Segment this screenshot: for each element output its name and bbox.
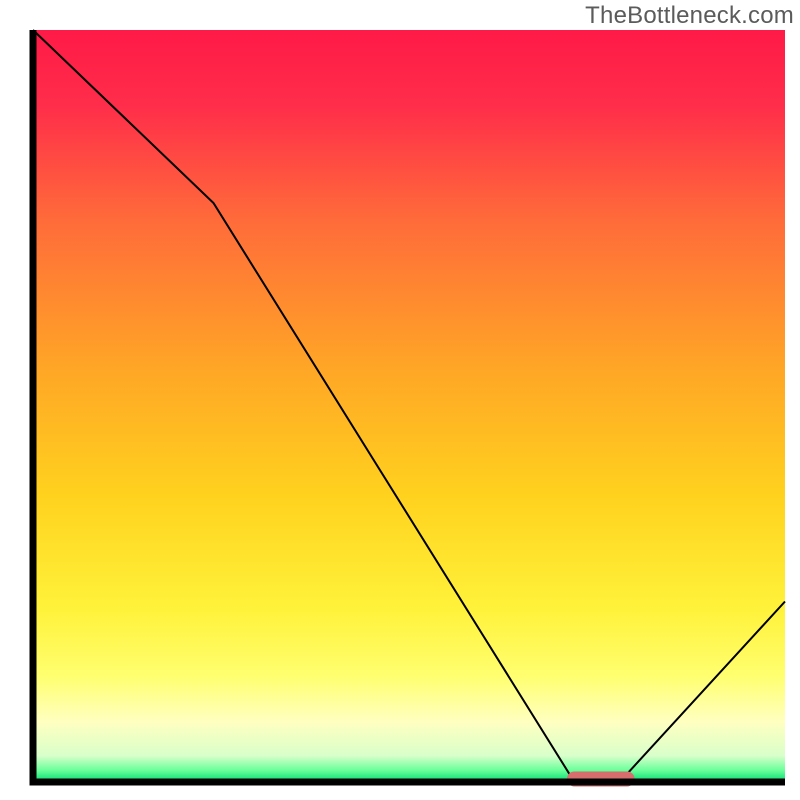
chart-svg: [0, 0, 800, 800]
plot-group: [30, 30, 786, 782]
bottleneck-chart: TheBottleneck.com: [0, 0, 800, 800]
watermark-text: TheBottleneck.com: [585, 2, 794, 30]
gradient-background: [33, 30, 785, 782]
